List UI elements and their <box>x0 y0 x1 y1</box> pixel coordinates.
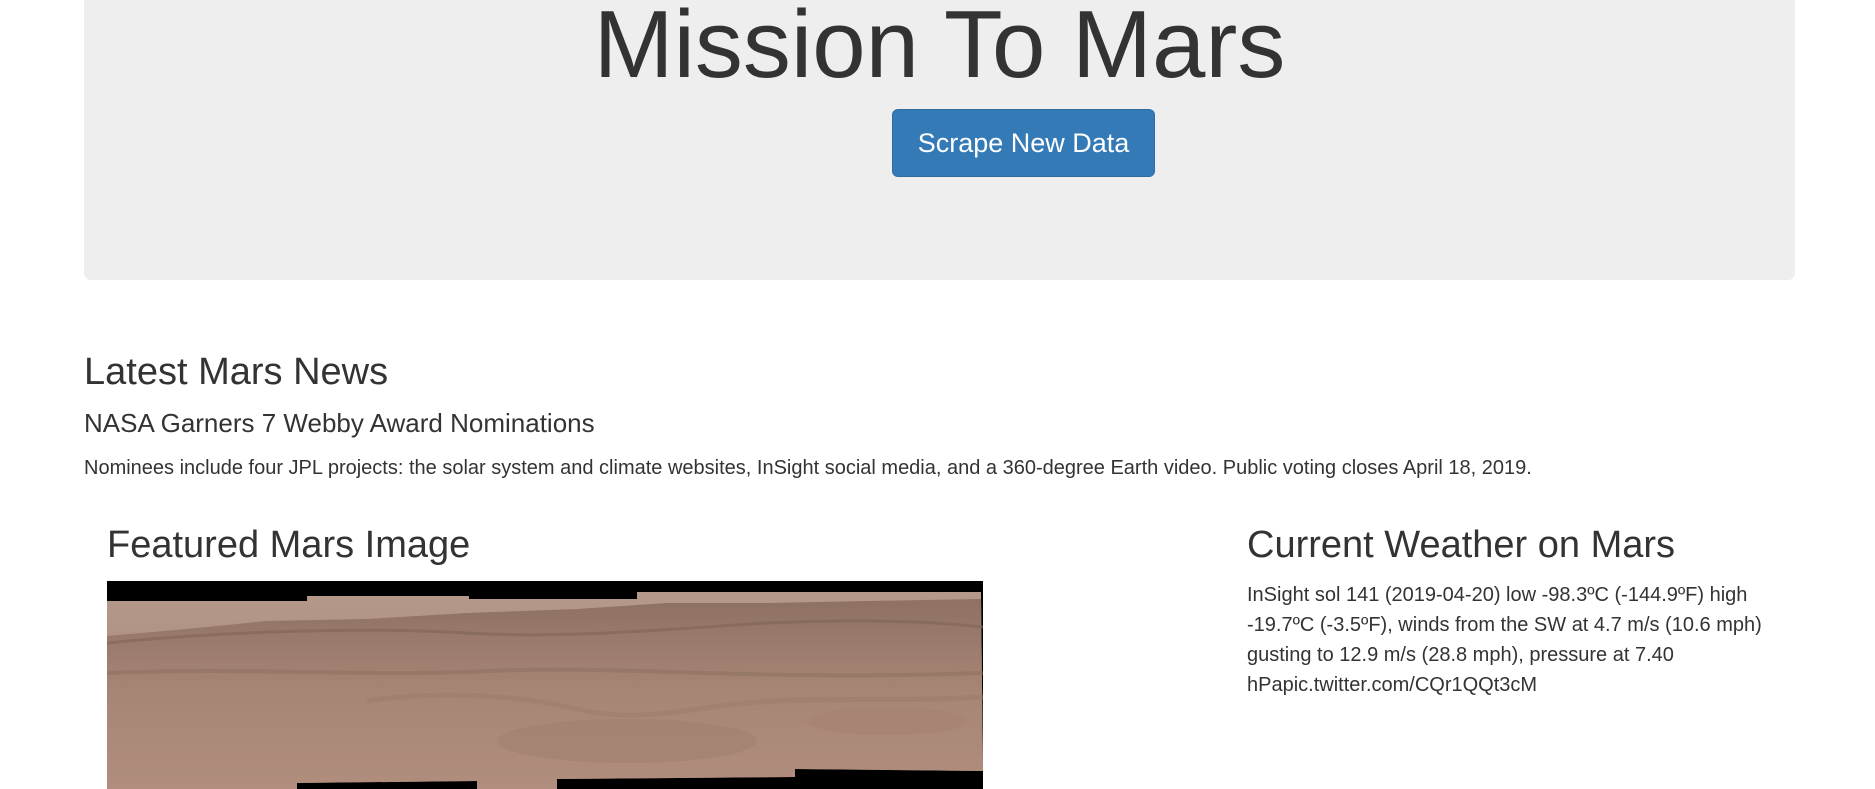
weather-text: InSight sol 141 (2019-04-20) low -98.3ºC… <box>1247 584 1762 696</box>
jumbotron-header: Mission To Mars Scrape New Data <box>84 0 1795 280</box>
news-title: NASA Garners 7 Webby Award Nominations <box>84 408 595 438</box>
page-title: Mission To Mars <box>593 0 1286 98</box>
featured-image-heading: Featured Mars Image <box>107 524 471 566</box>
featured-mars-image <box>107 581 983 789</box>
latest-news-heading: Latest Mars News <box>84 351 389 393</box>
mars-panorama-image <box>107 581 983 789</box>
news-paragraph: Nominees include four JPL projects: the … <box>84 457 1532 479</box>
scrape-new-data-button[interactable]: Scrape New Data <box>892 109 1155 177</box>
weather-heading: Current Weather on Mars <box>1247 524 1676 566</box>
